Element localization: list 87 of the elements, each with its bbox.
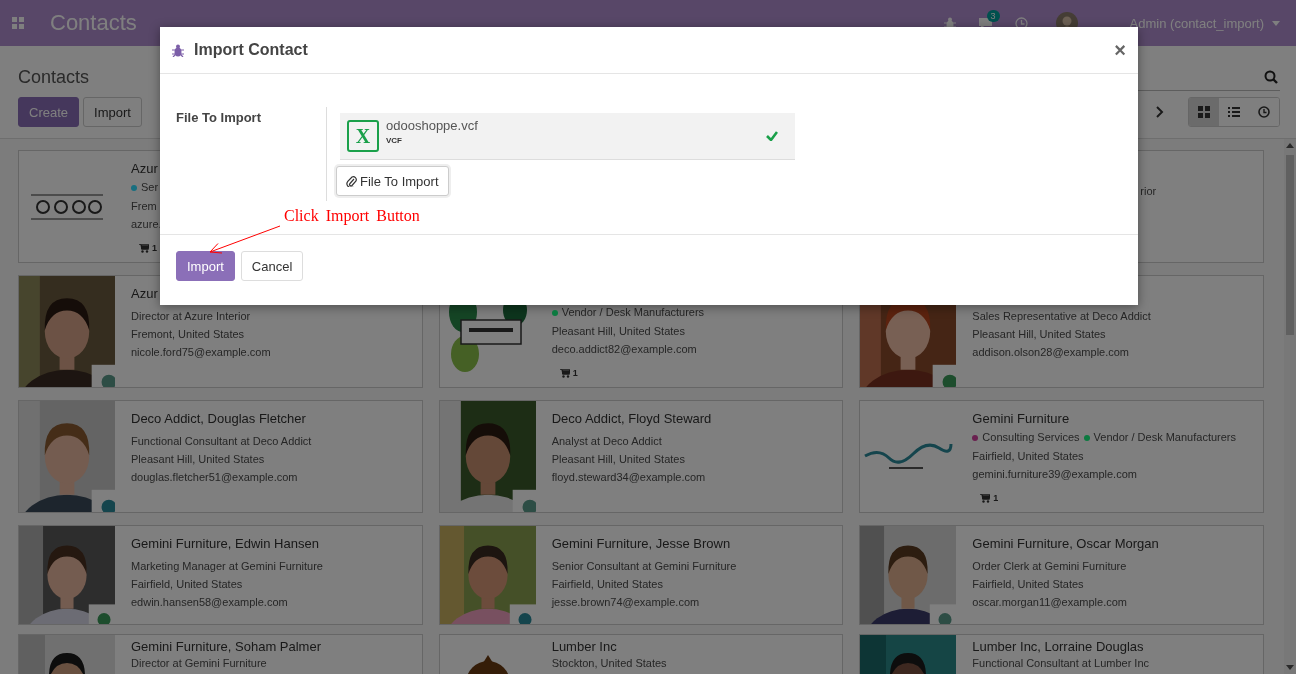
import-button[interactable]: Import xyxy=(176,251,235,281)
cancel-button[interactable]: Cancel xyxy=(240,251,304,281)
contact-name: Deco Addict, Floyd Steward xyxy=(551,410,712,428)
contact-name: Deco Addict, Douglas Fletcher xyxy=(131,410,307,428)
contact-name: Azur xyxy=(131,285,159,303)
dialog-title: Import Contact xyxy=(194,41,308,59)
contact-detail: floyd.steward34@example.com xyxy=(551,470,707,485)
tag-label: Vendor / Desk Manufacturers xyxy=(561,305,705,320)
contact-detail: Order Clerk at Gemini Furniture xyxy=(972,559,1128,574)
cart-icon xyxy=(139,244,149,253)
contact-name: Azur xyxy=(131,160,159,178)
contact-card[interactable]: Gemini Furniture, Soham Palmer Director at Gemini Furniture xyxy=(18,634,423,674)
cart-icon xyxy=(559,369,570,378)
contact-card[interactable]: Deco Addict, Floyd Steward Analyst at Deco Addict Pleasant Hill, United States floyd.steward34@example.com xyxy=(438,400,844,513)
close-button[interactable]: × xyxy=(1114,40,1126,60)
clock-icon xyxy=(1258,106,1270,118)
contact-detail: Fremont, United States xyxy=(131,327,246,342)
file-attachment[interactable]: X odooshoppe.vcf VCF xyxy=(340,113,795,160)
contact-detail: Frem xyxy=(131,199,158,214)
tag-label: Consulting Services xyxy=(982,430,1080,445)
tag-label: Ser xyxy=(141,180,159,195)
contact-name: Lumber Inc, Lorraine Douglas xyxy=(972,638,1145,656)
scrollbar[interactable] xyxy=(1284,139,1296,674)
create-button[interactable]: Create xyxy=(18,97,80,127)
contact-detail: addison.olson28@example.com xyxy=(972,345,1131,360)
contact-detail: douglas.fletcher51@example.com xyxy=(131,470,299,485)
contact-detail: Functional Consultant at Deco Addict xyxy=(131,434,312,449)
cart-icon xyxy=(980,494,991,503)
contact-card[interactable]: Gemini Furniture, Edwin Hansen Marketing Manager at Gemini Furniture Fairfield, United States edwin.hansen58@example.com xyxy=(18,525,423,625)
contact-detail: jesse.brown74@example.com xyxy=(551,595,701,610)
contact-detail: oscar.morgan11@example.com xyxy=(972,595,1128,610)
order-count: 1 xyxy=(152,242,157,255)
order-count: 1 xyxy=(993,492,999,505)
order-count: 1 xyxy=(572,367,578,380)
contact-detail: Marketing Manager at Gemini Furniture xyxy=(131,559,323,574)
contact-detail: Pleasant Hill, United States xyxy=(551,452,686,467)
contact-detail: azure. xyxy=(131,217,162,232)
contact-detail: Sales Representative at Deco Addict xyxy=(972,309,1151,324)
import-button[interactable]: Import xyxy=(83,97,142,127)
contact-detail: Fairfield, United States xyxy=(972,577,1085,592)
field-label: File To Import xyxy=(176,109,262,127)
contact-detail: Pleasant Hill, United States xyxy=(551,324,686,339)
contact-detail: Pleasant Hill, United States xyxy=(131,452,266,467)
contact-detail: Senior Consultant at Gemini Furniture xyxy=(551,559,737,574)
contact-detail: Fairfield, United States xyxy=(131,577,244,592)
annotation-arrow xyxy=(209,225,281,254)
contact-card[interactable]: Lumber Inc, Lorraine Douglas Functional Consultant at Lumber Inc xyxy=(859,634,1264,674)
contact-detail: Director at Azure Interior xyxy=(131,309,252,324)
contact-name: Lumber Inc xyxy=(551,638,618,656)
list-icon xyxy=(1228,106,1240,118)
contact-detail: deco.addict82@example.com xyxy=(551,342,698,357)
search-icon[interactable] xyxy=(1264,69,1278,84)
clock-icon[interactable] xyxy=(1014,16,1028,30)
contact-detail: Fairfield, United States xyxy=(551,577,664,592)
contact-detail: gemini.furniture39@example.com xyxy=(972,467,1138,482)
contact-card[interactable]: Deco Addict, Douglas Fletcher Functional Consultant at Deco Addict Pleasant Hill, United States douglas.fletcher51@example.com xyxy=(18,400,423,513)
contact-detail: nicole.ford75@example.com xyxy=(131,345,271,360)
contact-detail: Pleasant Hill, United States xyxy=(972,327,1107,342)
contact-card[interactable]: Gemini Furniture, Jesse Brown Senior Consultant at Gemini Furniture Fairfield, United States jesse.brown74@example.com xyxy=(438,525,844,625)
file-name: odooshoppe.vcf xyxy=(386,118,478,134)
contact-name: Gemini Furniture xyxy=(972,410,1071,428)
upload-button[interactable]: File To Import xyxy=(336,166,449,196)
contact-detail: Functional Consultant at Lumber Inc xyxy=(972,656,1150,671)
contact-detail: Analyst at Deco Addict xyxy=(551,434,663,449)
contact-detail: Fairfield, United States xyxy=(972,449,1085,464)
file-type-icon: X xyxy=(347,120,379,152)
kanban-view-button[interactable] xyxy=(1189,98,1219,126)
contact-card[interactable]: Gemini Furniture Consulting Services Vendor / Desk Manufacturers Fairfield, United States gemini.furniture39@example.com 1 xyxy=(859,400,1264,513)
contact-detail: rior xyxy=(1140,184,1157,199)
contact-detail: Director at Gemini Furniture xyxy=(131,656,268,671)
file-type: VCF xyxy=(386,135,403,147)
message-count-badge: 3 xyxy=(986,9,1000,22)
contact-card[interactable]: Gemini Furniture, Oscar Morgan Order Clerk at Gemini Furniture Fairfield, United States oscar.morgan11@example.com xyxy=(859,525,1264,625)
contact-name: Gemini Furniture, Soham Palmer xyxy=(131,638,321,656)
breadcrumb[interactable]: Contacts xyxy=(18,66,90,88)
contact-name: Gemini Furniture, Jesse Brown xyxy=(551,535,732,553)
next-page-icon[interactable] xyxy=(1156,106,1164,118)
contact-name: Gemini Furniture, Oscar Morgan xyxy=(972,535,1159,553)
contact-card[interactable]: Lumber Inc Stockton, United States xyxy=(438,634,844,674)
contact-detail: edwin.hansen58@example.com xyxy=(131,595,289,610)
contact-name: Gemini Furniture, Edwin Hansen xyxy=(131,535,320,553)
kanban-icon xyxy=(1198,106,1210,118)
bug-icon xyxy=(172,43,184,57)
contact-detail: Stockton, United States xyxy=(551,656,667,671)
annotation-text: Click Import Button xyxy=(284,207,420,225)
tag-label: Vendor / Desk Manufacturers xyxy=(1093,430,1236,445)
paperclip-icon xyxy=(346,175,357,187)
